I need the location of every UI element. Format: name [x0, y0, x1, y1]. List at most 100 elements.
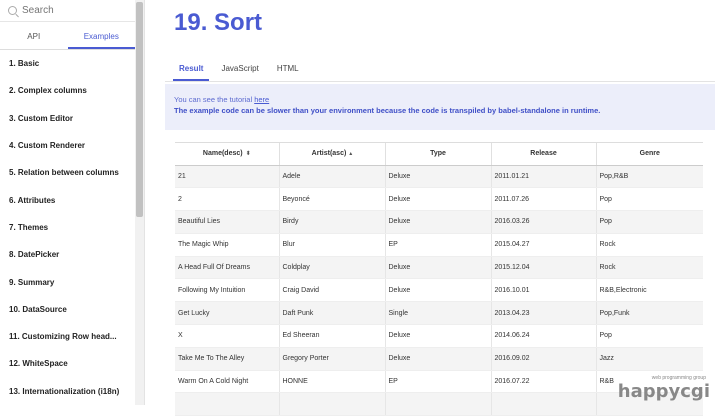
column-header[interactable]: Release: [491, 143, 597, 166]
sidebar-item-example[interactable]: 10. DataSource: [0, 296, 135, 323]
table-cell[interactable]: Rock: [596, 256, 703, 280]
table-cell[interactable]: EP: [385, 233, 492, 257]
table-cell[interactable]: Take Me To The Alley: [175, 347, 280, 371]
table-cell[interactable]: [279, 392, 386, 416]
sidebar-tabs: API Examples: [0, 27, 135, 49]
table-cell[interactable]: Deluxe: [385, 324, 492, 348]
table-cell[interactable]: Blur: [279, 233, 386, 257]
table-cell[interactable]: R&B,Electronic: [596, 278, 703, 303]
table-cell[interactable]: 2014.06.24: [491, 324, 597, 348]
table-cell[interactable]: 2011.07.26: [491, 187, 597, 212]
table-cell[interactable]: A Head Full Of Dreams: [175, 256, 280, 280]
table-cell[interactable]: 2016.10.01: [491, 278, 597, 303]
table-cell[interactable]: Beautiful Lies: [175, 210, 280, 234]
scrollbar-thumb[interactable]: [136, 2, 143, 217]
sort-icon[interactable]: ⬍: [246, 151, 251, 157]
sidebar-item-example[interactable]: 7. Themes: [0, 214, 135, 241]
column-header-label: Release: [530, 150, 557, 158]
table-cell[interactable]: 2016.07.22: [491, 370, 597, 394]
table-cell[interactable]: Pop,Funk: [596, 301, 703, 326]
table-cell[interactable]: 2013.04.23: [491, 301, 597, 326]
table-cell[interactable]: Warm On A Cold Night: [175, 370, 280, 394]
table-cell[interactable]: Birdy: [279, 210, 386, 234]
table-row[interactable]: X Ed Sheeran Deluxe 2014.06.24 Pop: [175, 324, 703, 348]
table-cell[interactable]: Pop: [596, 324, 703, 348]
table-cell[interactable]: Following My Intuition: [175, 278, 280, 303]
notice-box: You can see the tutorial here The exampl…: [165, 84, 715, 130]
tab-javascript[interactable]: JavaScript: [215, 60, 264, 81]
page-title: 19. Sort: [174, 9, 263, 36]
table-cell[interactable]: [175, 392, 280, 416]
table-cell[interactable]: Rock: [596, 233, 703, 257]
tab-html[interactable]: HTML: [271, 60, 305, 81]
tab-examples[interactable]: Examples: [67, 27, 135, 49]
sidebar-item-example[interactable]: 13. Internationalization (i18n): [0, 378, 135, 405]
column-header[interactable]: Type: [385, 143, 492, 166]
code-tabs: Result JavaScript HTML: [173, 60, 311, 81]
table-cell[interactable]: Deluxe: [385, 347, 492, 371]
column-header-label: Genre: [639, 150, 660, 158]
table-cell[interactable]: Get Lucky: [175, 301, 280, 326]
table-cell[interactable]: The Magic Whip: [175, 233, 280, 257]
table-cell[interactable]: [491, 392, 597, 416]
table-row[interactable]: Beautiful Lies Birdy Deluxe 2016.03.26 Pop: [175, 210, 703, 234]
table-cell[interactable]: 2015.12.04: [491, 256, 597, 280]
table-cell[interactable]: Deluxe: [385, 210, 492, 234]
column-header[interactable]: Name(desc) ⬍: [175, 143, 280, 166]
table-cell[interactable]: Craig David: [279, 278, 386, 303]
table-row[interactable]: A Head Full Of Dreams Coldplay Deluxe 2015.…: [175, 256, 703, 280]
sidebar-scrollbar[interactable]: [135, 0, 144, 405]
table-cell[interactable]: Jazz: [596, 347, 703, 371]
table-cell[interactable]: 21: [175, 165, 280, 189]
sidebar-item-example[interactable]: 11. Customizing Row head...: [0, 323, 135, 350]
tab-result[interactable]: Result: [173, 60, 210, 81]
table-cell[interactable]: Gregory Porter: [279, 347, 386, 371]
column-header[interactable]: Artist(asc) ▴: [279, 143, 386, 166]
table-row[interactable]: The Magic Whip Blur EP 2015.04.27 Rock: [175, 233, 703, 257]
table-cell[interactable]: 2011.01.21: [491, 165, 597, 189]
table-cell[interactable]: 2016.03.26: [491, 210, 597, 234]
table-cell[interactable]: Deluxe: [385, 278, 492, 303]
table-cell[interactable]: Deluxe: [385, 165, 492, 189]
tutorial-link[interactable]: here: [254, 95, 269, 104]
column-header-label: Name(desc): [202, 150, 243, 158]
sidebar-item-example[interactable]: 4. Custom Renderer: [0, 132, 135, 159]
table-cell[interactable]: Pop: [596, 210, 703, 234]
sort-icon[interactable]: ▴: [349, 151, 352, 157]
search-input[interactable]: [22, 5, 122, 16]
sidebar-item-example[interactable]: 6. Attributes: [0, 186, 135, 213]
search-box[interactable]: [0, 0, 135, 22]
table-cell[interactable]: Adele: [279, 165, 386, 189]
table-cell[interactable]: Ed Sheeran: [279, 324, 386, 348]
table-cell[interactable]: 2: [175, 187, 280, 212]
table-cell[interactable]: Beyoncé: [279, 187, 386, 212]
table-row[interactable]: Get Lucky Daft Punk Single 2013.04.23 Pop,Fu…: [175, 301, 703, 326]
table-cell[interactable]: Deluxe: [385, 187, 492, 212]
sidebar-item-example[interactable]: 1. Basic: [0, 50, 135, 77]
sidebar-item-example[interactable]: 3. Custom Editor: [0, 105, 135, 132]
table-cell[interactable]: 2015.04.27: [491, 233, 597, 257]
table-cell[interactable]: 2016.09.02: [491, 347, 597, 371]
sidebar-item-example[interactable]: 5. Relation between columns: [0, 159, 135, 186]
sidebar-item-example[interactable]: 12. WhiteSpace: [0, 350, 135, 377]
table-cell[interactable]: HONNE: [279, 370, 386, 394]
examples-list: 1. Basic 2. Complex columns 3. Custom Edit…: [0, 49, 135, 405]
sidebar-item-example[interactable]: 9. Summary: [0, 268, 135, 295]
sidebar-item-example[interactable]: 8. DatePicker: [0, 241, 135, 268]
table-cell[interactable]: Deluxe: [385, 256, 492, 280]
table-cell[interactable]: Daft Punk: [279, 301, 386, 326]
tab-api[interactable]: API: [0, 27, 68, 49]
column-header[interactable]: Genre: [596, 143, 703, 166]
table-row[interactable]: 2 Beyoncé Deluxe 2011.07.26 Pop: [175, 187, 703, 212]
table-cell[interactable]: Coldplay: [279, 256, 386, 280]
sidebar-item-example[interactable]: 2. Complex columns: [0, 77, 135, 104]
table-cell[interactable]: Single: [385, 301, 492, 326]
table-row[interactable]: 21 Adele Deluxe 2011.01.21 Pop,R&B: [175, 165, 703, 189]
table-row[interactable]: Take Me To The Alley Gregory Porter Deluxe…: [175, 347, 703, 371]
table-cell[interactable]: Pop,R&B: [596, 165, 703, 189]
table-cell[interactable]: [385, 392, 492, 416]
table-cell[interactable]: Pop: [596, 187, 703, 212]
table-row[interactable]: Following My Intuition Craig David Deluxe 2…: [175, 278, 703, 303]
table-cell[interactable]: X: [175, 324, 280, 348]
table-cell[interactable]: EP: [385, 370, 492, 394]
